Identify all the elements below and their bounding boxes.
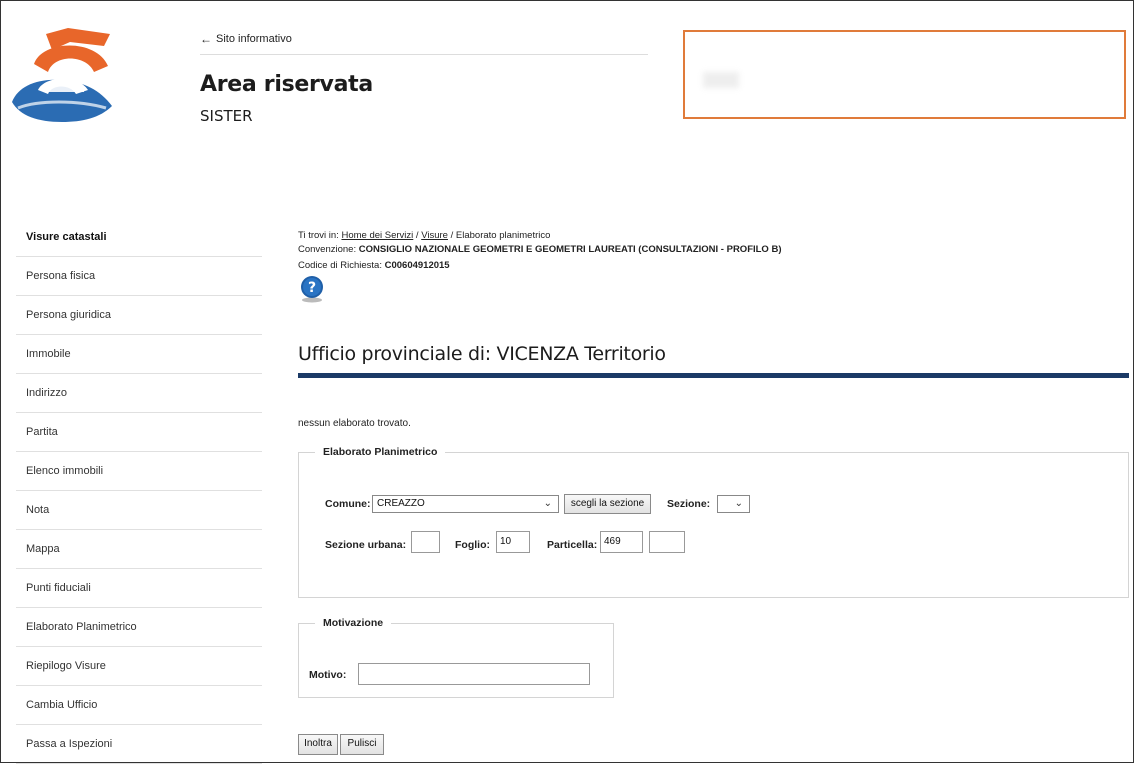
back-to-sito-link[interactable]: ← Sito informativo bbox=[200, 32, 292, 46]
breadcrumb-current: Elaborato planimetrico bbox=[455, 230, 551, 241]
sezione-urbana-input[interactable] bbox=[411, 531, 440, 553]
pulisci-button[interactable]: Pulisci bbox=[340, 734, 384, 755]
back-link-label: Sito informativo bbox=[216, 33, 292, 45]
breadcrumb-prefix: Ti trovi in: bbox=[298, 230, 339, 241]
subalterno-input[interactable] bbox=[649, 531, 685, 553]
foglio-input[interactable]: 10 bbox=[496, 531, 530, 553]
agenzia-entrate-logo bbox=[12, 28, 112, 122]
codice-value: C00604912015 bbox=[384, 260, 450, 271]
sidebar-item-mappa[interactable]: Mappa bbox=[16, 530, 262, 569]
sidebar-menu: Visure catastali Persona fisica Persona … bbox=[16, 218, 262, 764]
chevron-down-icon: ⌄ bbox=[734, 498, 743, 509]
comune-select[interactable]: CREAZZO ⌄ bbox=[372, 495, 559, 513]
sezione-select[interactable]: ⌄ bbox=[717, 495, 750, 513]
breadcrumb: Ti trovi in: Home dei Servizi / Visure /… bbox=[298, 230, 550, 242]
breadcrumb-home-link[interactable]: Home dei Servizi bbox=[341, 230, 413, 241]
sezione-label: Sezione: bbox=[667, 498, 711, 510]
redacted-user-info bbox=[703, 72, 739, 88]
sidebar-item-passa-a-ispezioni[interactable]: Passa a Ispezioni bbox=[16, 725, 262, 764]
chevron-down-icon: ⌄ bbox=[543, 498, 552, 509]
motivo-label: Motivo: bbox=[309, 669, 347, 681]
sidebar-item-elenco-immobili[interactable]: Elenco immobili bbox=[16, 452, 262, 491]
breadcrumb-visure-link[interactable]: Visure bbox=[421, 230, 448, 241]
convenzione-label: Convenzione: bbox=[298, 244, 357, 255]
particella-label: Particella: bbox=[547, 539, 598, 551]
codice-richiesta-line: Codice di Richiesta: C00604912015 bbox=[298, 260, 450, 271]
title-underline-bar bbox=[298, 373, 1129, 378]
comune-label: Comune: bbox=[325, 498, 371, 510]
sezione-urbana-label: Sezione urbana: bbox=[325, 539, 407, 551]
elaborato-legend: Elaborato Planimetrico bbox=[315, 446, 446, 458]
page-title: Area riservata bbox=[200, 72, 373, 97]
particella-input[interactable]: 469 bbox=[600, 531, 643, 553]
sidebar-item-punti-fiduciali[interactable]: Punti fiduciali bbox=[16, 569, 262, 608]
sidebar-item-elaborato-planimetrico[interactable]: Elaborato Planimetrico bbox=[16, 608, 262, 647]
comune-selected-value: CREAZZO bbox=[377, 498, 425, 509]
office-title: Ufficio provinciale di: VICENZA Territor… bbox=[298, 343, 666, 365]
sidebar-item-persona-giuridica[interactable]: Persona giuridica bbox=[16, 296, 262, 335]
sidebar-item-partita[interactable]: Partita bbox=[16, 413, 262, 452]
breadcrumb-separator: / bbox=[415, 230, 419, 241]
motivazione-legend: Motivazione bbox=[315, 617, 392, 629]
page-subtitle: SISTER bbox=[200, 107, 253, 125]
inoltra-button[interactable]: Inoltra bbox=[298, 734, 338, 755]
motivazione-fieldset: Motivazione Motivo: bbox=[298, 617, 614, 698]
no-results-message: nessun elaborato trovato. bbox=[298, 418, 411, 429]
sidebar-heading: Visure catastali bbox=[16, 218, 262, 257]
sidebar-item-persona-fisica[interactable]: Persona fisica bbox=[16, 257, 262, 296]
convenzione-value: CONSIGLIO NAZIONALE GEOMETRI E GEOMETRI … bbox=[358, 244, 782, 255]
user-info-box bbox=[683, 30, 1126, 119]
svg-text:?: ? bbox=[308, 280, 316, 296]
convenzione-line: Convenzione: CONSIGLIO NAZIONALE GEOMETR… bbox=[298, 244, 782, 255]
foglio-label: Foglio: bbox=[455, 539, 490, 551]
arrow-left-icon: ← bbox=[200, 32, 212, 46]
sidebar-item-immobile[interactable]: Immobile bbox=[16, 335, 262, 374]
header-divider bbox=[200, 54, 648, 55]
sidebar-item-riepilogo-visure[interactable]: Riepilogo Visure bbox=[16, 647, 262, 686]
motivo-input[interactable] bbox=[358, 663, 590, 685]
breadcrumb-separator: / bbox=[450, 230, 454, 241]
scegli-sezione-button[interactable]: scegli la sezione bbox=[564, 494, 651, 514]
sidebar-item-indirizzo[interactable]: Indirizzo bbox=[16, 374, 262, 413]
elaborato-planimetrico-fieldset: Elaborato Planimetrico Comune: CREAZZO ⌄… bbox=[298, 446, 1129, 598]
sidebar-item-cambia-ufficio[interactable]: Cambia Ufficio bbox=[16, 686, 262, 725]
sidebar-item-nota[interactable]: Nota bbox=[16, 491, 262, 530]
codice-label: Codice di Richiesta: bbox=[298, 260, 382, 271]
help-icon[interactable]: ? bbox=[298, 275, 326, 303]
